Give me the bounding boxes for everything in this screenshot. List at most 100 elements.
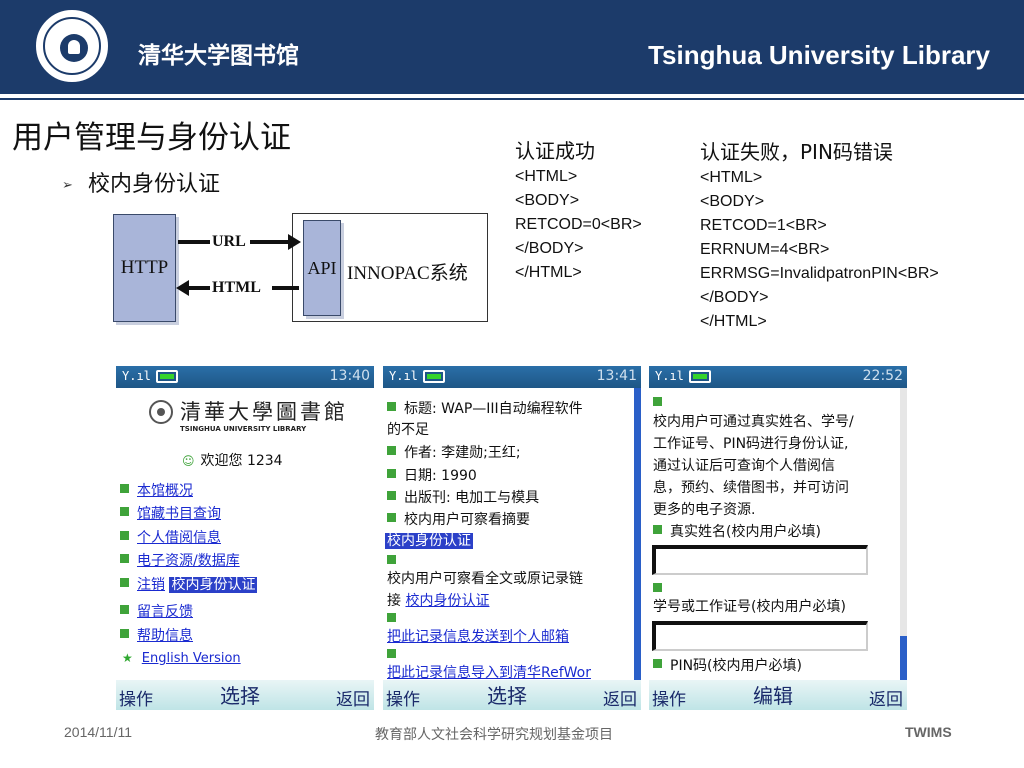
menu-item-english[interactable]: ★ English Version (120, 650, 241, 666)
softkey-select[interactable]: 选择 (220, 680, 260, 709)
scrollbar[interactable] (900, 388, 907, 680)
auth-success-line: </BODY> (515, 240, 584, 257)
bullet-square-icon (387, 491, 396, 500)
bullet-square-icon (653, 525, 662, 534)
softkey-back[interactable]: 返回 (603, 685, 637, 710)
battery-icon (156, 370, 178, 383)
header-bar: 清华大学图书馆 Tsinghua University Library (0, 0, 1024, 92)
student-id-label: 学号或工作证号(校内用户必填) (653, 599, 846, 615)
menu-item[interactable]: 帮助信息 (120, 625, 193, 645)
fulltext-note: 校内用户可察看全文或原记录链 (387, 571, 583, 587)
auth-fail-line: RETCOD=1<BR> (700, 217, 827, 234)
campus-auth-link-selected: 校内身份认证 (169, 577, 258, 593)
scrollbar[interactable] (634, 388, 641, 680)
url-arrow-icon (288, 234, 301, 250)
html-arrow-line (188, 286, 210, 290)
menu-item[interactable]: 个人借阅信息 (120, 527, 221, 547)
phone-content: 清華大學圖書館 TSINGHUA UNIVERSITY LIBRARY ☺ 欢迎您… (116, 388, 367, 680)
bullet-square-icon (387, 513, 396, 522)
auth-success-line: <HTML> (515, 168, 578, 185)
status-time: 13:40 (329, 368, 370, 384)
header-cn-title: 清华大学图书馆 (138, 43, 299, 69)
phone-content: 校内用户可通过真实姓名、学号/ 工作证号、PIN码进行身份认证, 通过认证后可查… (649, 388, 900, 680)
auth-fail-line: <HTML> (700, 169, 763, 186)
intro-text: 更多的电子资源. (653, 502, 756, 518)
student-id-input[interactable] (652, 621, 868, 651)
menu-item[interactable]: 馆藏书目查询 (120, 503, 221, 523)
fulltext-note-cont: 接 校内身份认证 (387, 593, 490, 609)
library-logo-name: 清華大學圖書館 (180, 400, 348, 424)
signal-icon: Y.ıl (655, 369, 684, 383)
pin-label: PIN码(校内用户必填) (653, 655, 802, 675)
bullet-square-icon (387, 446, 396, 455)
signal-icon: Y.ıl (389, 369, 418, 383)
softkey-select[interactable]: 选择 (487, 680, 527, 709)
bullet-square-icon (653, 659, 662, 668)
record-author: 作者: 李建勋;王红; (387, 442, 521, 462)
phone-screen-record: Y.ıl 13:41 标题: WAP—III自动编程软件 的不足 作者: 李建勋… (383, 366, 641, 710)
url-arrow-line (178, 240, 210, 244)
bullet-square-icon (120, 507, 129, 516)
footer-project: 教育部人文社会科学研究规划基金项目 (375, 726, 613, 742)
html-label: HTML (212, 279, 261, 296)
status-bar: Y.ıl 22:52 (649, 366, 907, 388)
menu-item[interactable]: 本馆概况 (120, 480, 193, 500)
auth-success-heading: 认证成功 (515, 139, 595, 163)
bullet-square-icon (120, 629, 129, 638)
menu-item[interactable]: 电子资源/数据库 (120, 550, 240, 570)
record-journal: 出版刊: 电加工与模具 (387, 487, 539, 507)
intro-text: 工作证号、PIN码进行身份认证, (653, 436, 849, 452)
intro-text: 息，预约、续借图书，并可访问 (653, 480, 849, 496)
bullet-square-icon (120, 578, 129, 587)
menu-item[interactable]: 留言反馈 (120, 601, 193, 621)
bullet-square-icon (387, 402, 396, 411)
url-label: URL (212, 233, 246, 250)
http-box: HTTP (113, 214, 176, 322)
signal-icon: Y.ıl (122, 369, 151, 383)
university-seal-logo (36, 10, 108, 82)
status-bar: Y.ıl 13:40 (116, 366, 374, 388)
auth-success-block: 认证成功 <HTML> <BODY> RETCOD=0<BR> </BODY> … (515, 137, 642, 285)
softkey-bar: 操作 选择 返回 (383, 680, 641, 710)
battery-icon (423, 370, 445, 383)
softkey-bar: 操作 选择 返回 (116, 680, 374, 710)
email-record-link[interactable]: 把此记录信息发送到个人邮箱 (387, 626, 569, 646)
auth-success-line: </HTML> (515, 264, 582, 281)
bullet-square-icon (120, 531, 129, 540)
intro-text: 校内用户可通过真实姓名、学号/ (653, 414, 854, 430)
phone-screen-home: Y.ıl 13:40 清華大學圖書館 TSINGHUA UNIVERSITY L… (116, 366, 374, 710)
auth-fail-block: 认证失败，PIN码错误 <HTML> <BODY> RETCOD=1<BR> E… (700, 138, 939, 334)
bullet-item: ➢ 校内身份认证 (62, 166, 220, 198)
bullet-arrow-icon: ➢ (62, 177, 73, 193)
softkey-edit[interactable]: 编辑 (753, 680, 793, 709)
auth-fail-line: </BODY> (700, 289, 769, 306)
logout-link: 注销 (137, 577, 165, 593)
campus-auth-link-selected[interactable]: 校内身份认证 (385, 530, 473, 550)
battery-icon (689, 370, 711, 383)
realname-input[interactable] (652, 545, 868, 575)
campus-auth-link[interactable]: 校内身份认证 (405, 593, 489, 609)
menu-item-logout[interactable]: 注销 校内身份认证 (120, 574, 258, 594)
innopac-label: INNOPAC系统 (347, 263, 468, 284)
bullet-text: 校内身份认证 (88, 172, 221, 197)
intro-text: 通过认证后可查询个人借阅信 (653, 458, 835, 474)
softkey-options[interactable]: 操作 (119, 685, 153, 710)
intro-icon (653, 396, 670, 412)
softkey-options[interactable]: 操作 (652, 685, 686, 710)
library-logo-icon (149, 400, 173, 424)
bullet-square-icon (120, 554, 129, 563)
bullet-square-icon (120, 605, 129, 614)
softkey-back[interactable]: 返回 (336, 685, 370, 710)
softkey-options[interactable]: 操作 (386, 685, 420, 710)
footer-brand: TWIMS (905, 724, 952, 740)
softkey-back[interactable]: 返回 (869, 685, 903, 710)
export-record-link[interactable]: 把此记录信息导入到清华RefWor (387, 662, 591, 680)
status-time: 22:52 (862, 368, 903, 384)
footer-date: 2014/11/11 (64, 724, 132, 740)
auth-fail-line: <BODY> (700, 193, 765, 210)
auth-fail-heading: 认证失败，PIN码错误 (700, 140, 893, 164)
slide-title: 用户管理与身份认证 (12, 120, 291, 156)
status-time: 13:41 (596, 368, 637, 384)
realname-label: 真实姓名(校内用户必填) (653, 521, 821, 541)
record-title: 标题: WAP—III自动编程软件 (387, 398, 583, 418)
